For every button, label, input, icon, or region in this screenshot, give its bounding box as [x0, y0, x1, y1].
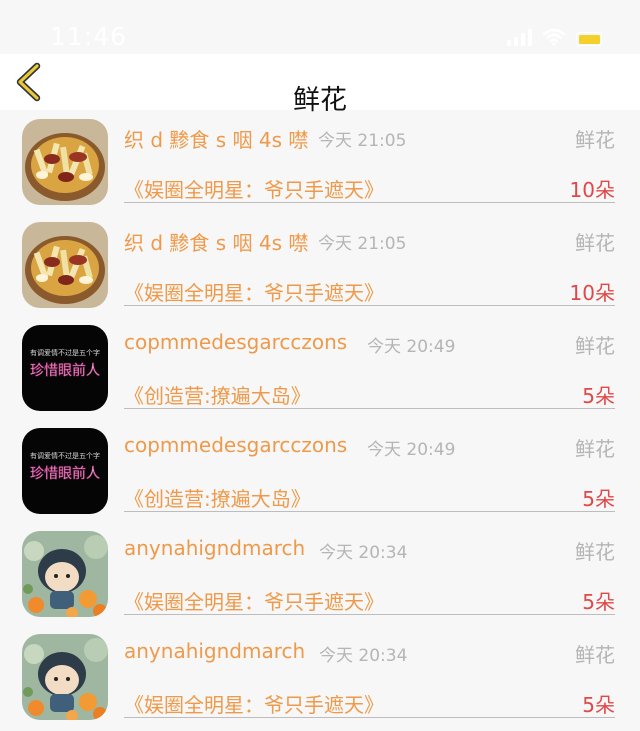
row-divider: [124, 614, 615, 615]
avatar-caption: 有调爱情不过是五个字: [30, 451, 100, 460]
list-item[interactable]: 织 d 黪食 s 咽 4s 噤 今天 21:05 鲜花 《娱圈全明星：爷只手遮天…: [0, 213, 640, 316]
sender-name[interactable]: 织 d 黪食 s 咽 4s 噤: [124, 124, 308, 153]
avatar-caption-main: 珍惜眼前人: [30, 465, 100, 482]
wifi-icon: [542, 28, 566, 46]
status-icons: [507, 28, 602, 46]
status-bar: 11:46: [0, 0, 640, 54]
flower-count: 5朵: [582, 590, 615, 614]
flower-count: 10朵: [569, 281, 615, 305]
sender-name[interactable]: copmmedesgarcczons: [124, 433, 347, 457]
list-item[interactable]: 有调爱情不过是五个字 珍惜眼前人 copmmedesgarcczons 今天 2…: [0, 316, 640, 419]
gift-type: 鲜花: [575, 540, 615, 564]
sent-time: 今天 20:34: [319, 543, 408, 563]
food-avatar-icon[interactable]: [22, 119, 108, 205]
list-item[interactable]: anynahigndmarch 今天 20:34 鲜花 《娱圈全明星：爷只手遮天…: [0, 522, 640, 625]
nav-bar: 鲜花: [0, 54, 640, 116]
battery-icon: [576, 32, 602, 46]
signal-icon: [507, 28, 532, 46]
work-title-link[interactable]: 《娱圈全明星：爷只手遮天》: [124, 586, 384, 615]
text-avatar-icon[interactable]: 有调爱情不过是五个字 珍惜眼前人: [22, 325, 108, 411]
work-title-link[interactable]: 《娱圈全明星：爷只手遮天》: [124, 277, 384, 306]
sender-name[interactable]: copmmedesgarcczons: [124, 330, 347, 354]
list-item[interactable]: 有调爱情不过是五个字 珍惜眼前人 copmmedesgarcczons 今天 2…: [0, 419, 640, 522]
sent-time: 今天 21:05: [318, 131, 407, 151]
work-title-link[interactable]: 《创造营:撩遍大岛》: [124, 380, 311, 409]
gift-type: 鲜花: [575, 231, 615, 255]
sent-time: 今天 20:49: [367, 440, 456, 460]
screen: 11:46 鲜花 织 d 黪食 s 咽 4s 噤 今天 21:05 鲜花 《娱圈…: [0, 0, 640, 731]
gift-type: 鲜花: [575, 643, 615, 667]
list-item[interactable]: anynahigndmarch 今天 20:34 鲜花 《娱圈全明星：爷只手遮天…: [0, 625, 640, 728]
flower-count: 5朵: [582, 487, 615, 511]
text-avatar-icon[interactable]: 有调爱情不过是五个字 珍惜眼前人: [22, 428, 108, 514]
avatar-caption: 有调爱情不过是五个字: [30, 348, 100, 357]
doll-avatar-icon[interactable]: [22, 531, 108, 617]
row-divider: [124, 408, 615, 409]
flower-count: 5朵: [582, 693, 615, 717]
row-divider: [124, 717, 615, 718]
sender-name[interactable]: 织 d 黪食 s 咽 4s 噤: [124, 227, 308, 256]
status-time: 11:46: [50, 22, 128, 51]
row-divider: [124, 202, 615, 203]
row-divider: [124, 511, 615, 512]
sender-name[interactable]: anynahigndmarch: [124, 536, 305, 560]
sender-name[interactable]: anynahigndmarch: [124, 639, 305, 663]
flower-count: 10朵: [569, 178, 615, 202]
flower-record-list: 织 d 黪食 s 咽 4s 噤 今天 21:05 鲜花 《娱圈全明星：爷只手遮天…: [0, 110, 640, 728]
doll-avatar-icon[interactable]: [22, 634, 108, 720]
food-avatar-icon[interactable]: [22, 222, 108, 308]
sent-time: 今天 21:05: [318, 234, 407, 254]
gift-type: 鲜花: [575, 334, 615, 358]
list-item[interactable]: 织 d 黪食 s 咽 4s 噤 今天 21:05 鲜花 《娱圈全明星：爷只手遮天…: [0, 110, 640, 213]
flower-count: 5朵: [582, 384, 615, 408]
row-divider: [124, 305, 615, 306]
avatar-caption-main: 珍惜眼前人: [30, 362, 100, 379]
gift-type: 鲜花: [575, 128, 615, 152]
work-title-link[interactable]: 《创造营:撩遍大岛》: [124, 483, 311, 512]
sent-time: 今天 20:49: [367, 337, 456, 357]
work-title-link[interactable]: 《娱圈全明星：爷只手遮天》: [124, 689, 384, 718]
work-title-link[interactable]: 《娱圈全明星：爷只手遮天》: [124, 174, 384, 203]
gift-type: 鲜花: [575, 437, 615, 461]
sent-time: 今天 20:34: [319, 646, 408, 666]
